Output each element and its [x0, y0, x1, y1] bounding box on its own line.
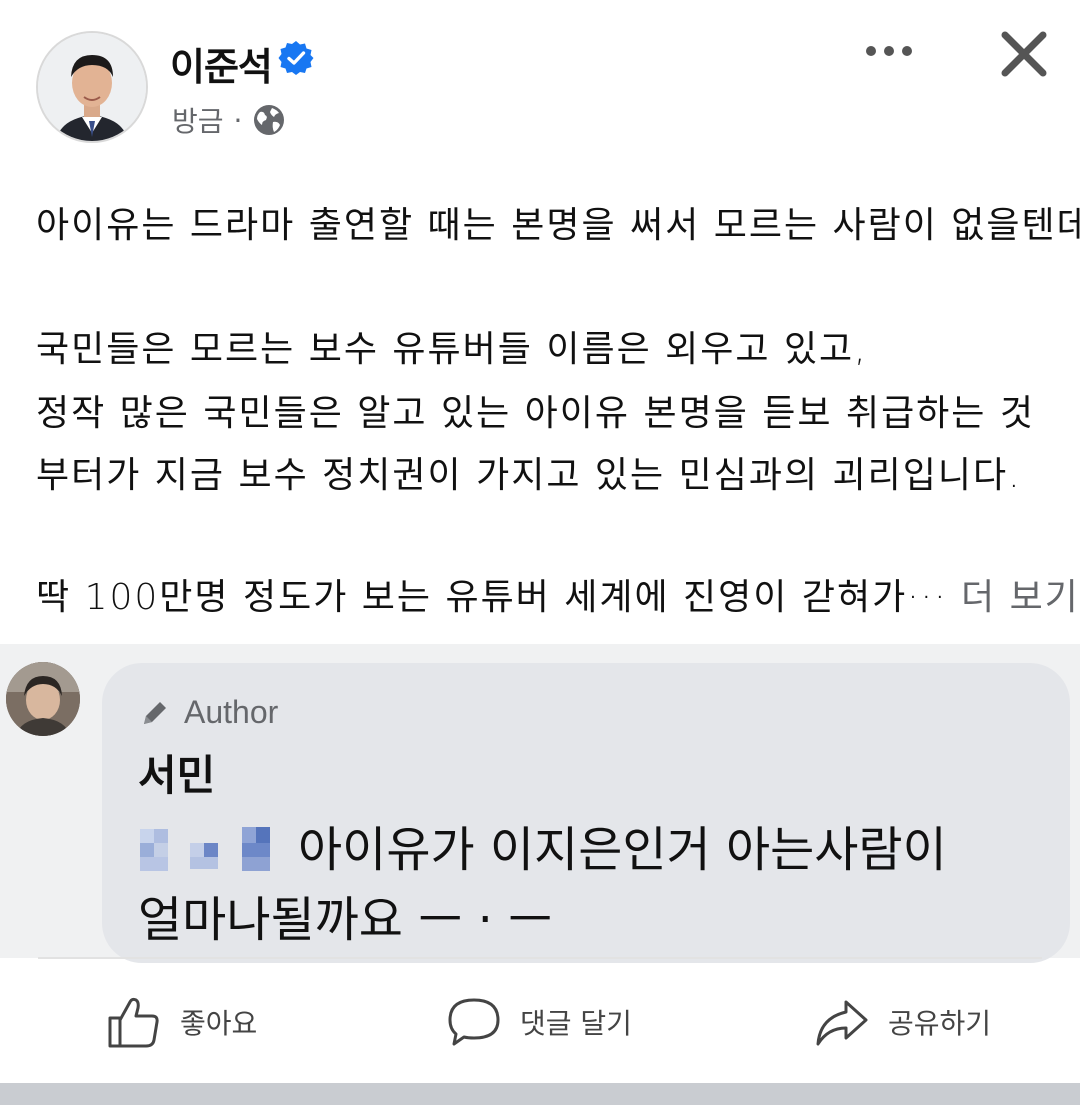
commenter-avatar — [6, 662, 80, 736]
close-icon[interactable] — [998, 28, 1050, 80]
author-badge-label: Author — [184, 694, 279, 730]
like-label: 좋아요 — [180, 1007, 258, 1040]
author-badge: Author — [138, 694, 278, 731]
post-line-2: 국민들은 모르는 보수 유튜버들 이름은 외우고 있고, — [36, 329, 868, 370]
commenter-photo — [6, 662, 80, 736]
post-line-3: 정작 많은 국민들은 알고 있는 아이유 본명을 듣보 취급하는 것 — [36, 393, 1035, 434]
bottom-separator — [0, 1083, 1080, 1105]
comment-button[interactable]: 댓글 달기 — [446, 990, 632, 1054]
see-more-link[interactable]: 더 보기 — [961, 577, 1080, 618]
post-time[interactable]: 방금 — [172, 100, 224, 140]
comment-line-1: 아이유가 이지은인거 아는사람이 — [138, 810, 947, 881]
blurred-mention-mosaic — [140, 827, 270, 871]
author-name[interactable]: 이준석 — [170, 36, 273, 91]
globe-icon — [254, 105, 285, 135]
verified-badge-icon — [278, 41, 314, 75]
share-label: 공유하기 — [888, 1007, 992, 1040]
pencil-icon — [144, 701, 166, 724]
divider — [38, 957, 1042, 959]
comment-line-1-text: 아이유가 이지은인거 아는사람이 — [298, 822, 947, 878]
like-button[interactable]: 좋아요 — [106, 990, 257, 1054]
commenter-name: 서민 — [138, 751, 216, 800]
like-icon — [108, 997, 159, 1048]
profile-photo — [38, 33, 146, 141]
author-avatar[interactable] — [36, 31, 148, 143]
post-line-5: 딱 100만명 정도가 보는 유튜버 세계에 진영이 갇혀가··· 더 보기 — [36, 568, 1080, 620]
comment-label: 댓글 달기 — [520, 1007, 632, 1040]
share-button[interactable]: 공유하기 — [814, 990, 991, 1054]
post-line-1: 아이유는 드라마 출연할 때는 본명을 써서 모르는 사람이 없을텐데, — [36, 205, 1080, 246]
more-icon[interactable] — [864, 36, 914, 66]
comment-icon — [448, 998, 500, 1046]
post-line-5-text: 딱 100만명 정도가 보는 유튜버 세계에 진영이 갇혀가··· — [36, 577, 948, 618]
meta-separator: · — [233, 103, 243, 137]
post-meta: 방금 · — [172, 100, 286, 140]
comment-line-2: 얼마나될까요 ㅡ · ㅡ — [138, 892, 553, 948]
share-icon — [816, 1000, 868, 1046]
post-line-4: 부터가 지금 보수 정치권이 가지고 있는 민심과의 괴리입니다. — [36, 455, 1022, 496]
